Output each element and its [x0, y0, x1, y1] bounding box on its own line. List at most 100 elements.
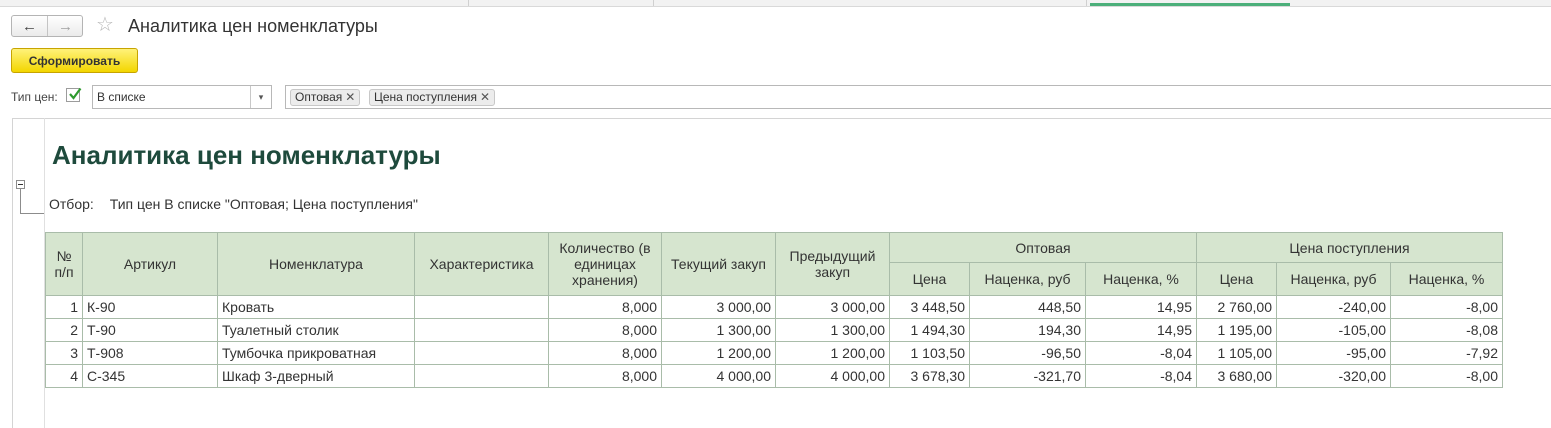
cell-characteristic — [414, 341, 549, 365]
window-title: Аналитика цен номенклатуры — [128, 16, 378, 36]
remove-tag-icon[interactable]: ✕ — [480, 90, 490, 104]
cell-article: К-90 — [82, 295, 218, 319]
report-border — [12, 118, 13, 428]
condition-select[interactable]: В списке ▾ — [92, 85, 272, 109]
cell-previous-purchase: 4 000,00 — [775, 364, 890, 388]
header-characteristic: Характеристика — [414, 232, 549, 296]
cell-characteristic — [414, 318, 549, 342]
cell-previous-purchase: 3 000,00 — [775, 295, 890, 319]
filter-text: Тип цен В списке "Оптовая; Цена поступле… — [109, 196, 418, 212]
cell-receipt-price: 1 105,00 — [1196, 341, 1277, 365]
group-bracket — [20, 189, 21, 213]
cell-wholesale-price: 3 448,50 — [889, 295, 970, 319]
tag-label: Оптовая — [295, 90, 343, 104]
cell-article: С-345 — [82, 364, 218, 388]
tab[interactable] — [653, 0, 1087, 6]
cell-characteristic — [414, 295, 549, 319]
header-markup-pct: Наценка, % — [1390, 262, 1503, 296]
cell-num: 2 — [45, 318, 83, 342]
forward-icon[interactable]: → — [48, 16, 83, 36]
header-markup-pct: Наценка, % — [1085, 262, 1197, 296]
cell-item: Туалетный столик — [217, 318, 415, 342]
report-table: № п/п Артикул Номенклатура Характеристик… — [45, 232, 1503, 388]
cell-item: Кровать — [217, 295, 415, 319]
header-group-wholesale: Оптовая — [889, 232, 1197, 263]
report-border — [12, 118, 1551, 119]
cell-num: 1 — [45, 295, 83, 319]
cell-wholesale-markup-rub: 448,50 — [969, 295, 1086, 319]
tab[interactable] — [0, 0, 469, 6]
header-markup-rub: Наценка, руб — [1276, 262, 1391, 296]
cell-item: Тумбочка прикроватная — [217, 341, 415, 365]
price-type-checkbox[interactable] — [66, 87, 82, 102]
cell-wholesale-markup-pct: 14,95 — [1085, 318, 1197, 342]
cell-quantity: 8,000 — [548, 318, 662, 342]
cell-current-purchase: 1 300,00 — [661, 318, 776, 342]
cell-characteristic — [414, 364, 549, 388]
header-quantity: Количество (в единицах хранения) — [548, 232, 662, 296]
header-current-purchase: Текущий закуп — [661, 232, 776, 296]
table-row[interactable]: 4 С-345 Шкаф 3-дверный 8,000 4 000,00 4 … — [45, 364, 1503, 388]
tag-label: Цена поступления — [374, 90, 477, 104]
report-title: Аналитика цен номенклатуры — [52, 140, 441, 170]
cell-receipt-price: 2 760,00 — [1196, 295, 1277, 319]
cell-wholesale-price: 1 494,30 — [889, 318, 970, 342]
header-price: Цена — [1196, 262, 1277, 296]
cell-receipt-markup-rub: -320,00 — [1276, 364, 1391, 388]
navigation-buttons: ← → — [11, 15, 83, 37]
cell-receipt-markup-pct: -8,00 — [1390, 364, 1503, 388]
collapse-group-icon[interactable] — [16, 180, 25, 189]
cell-article: Т-90 — [82, 318, 218, 342]
table-row[interactable]: 3 Т-908 Тумбочка прикроватная 8,000 1 20… — [45, 341, 1503, 365]
cell-current-purchase: 1 200,00 — [661, 341, 776, 365]
cell-num: 4 — [45, 364, 83, 388]
cell-quantity: 8,000 — [548, 295, 662, 319]
cell-wholesale-markup-rub: -96,50 — [969, 341, 1086, 365]
tab[interactable] — [468, 0, 654, 6]
cell-wholesale-markup-rub: -321,70 — [969, 364, 1086, 388]
cell-wholesale-markup-pct: -8,04 — [1085, 341, 1197, 365]
tag-wholesale[interactable]: Оптовая ✕ — [290, 89, 361, 106]
cell-article: Т-908 — [82, 341, 218, 365]
tab-active-indicator — [1090, 3, 1290, 6]
header-previous-purchase: Предыдущий закуп — [775, 232, 890, 296]
cell-receipt-price: 1 195,00 — [1196, 318, 1277, 342]
header-num: № п/п — [45, 232, 83, 296]
cell-receipt-markup-pct: -7,92 — [1390, 341, 1503, 365]
cell-wholesale-markup-pct: 14,95 — [1085, 295, 1197, 319]
favorite-star-icon[interactable]: ☆ — [96, 14, 114, 36]
generate-button[interactable]: Сформировать — [11, 48, 138, 73]
cell-receipt-markup-pct: -8,08 — [1390, 318, 1503, 342]
filter-label: Отбор: — [49, 196, 94, 212]
open-tabs-strip — [0, 0, 1551, 7]
cell-num: 3 — [45, 341, 83, 365]
cell-receipt-markup-pct: -8,00 — [1390, 295, 1503, 319]
cell-wholesale-price: 1 103,50 — [889, 341, 970, 365]
table-row[interactable]: 1 К-90 Кровать 8,000 3 000,00 3 000,00 3… — [45, 295, 1503, 319]
back-icon[interactable]: ← — [12, 16, 48, 36]
cell-item: Шкаф 3-дверный — [217, 364, 415, 388]
header-price: Цена — [889, 262, 970, 296]
cell-quantity: 8,000 — [548, 364, 662, 388]
cell-previous-purchase: 1 300,00 — [775, 318, 890, 342]
checkmark-icon — [69, 87, 82, 100]
cell-receipt-markup-rub: -95,00 — [1276, 341, 1391, 365]
cell-current-purchase: 4 000,00 — [661, 364, 776, 388]
cell-wholesale-markup-rub: 194,30 — [969, 318, 1086, 342]
dropdown-arrow-icon[interactable]: ▾ — [250, 86, 271, 108]
header-markup-rub: Наценка, руб — [969, 262, 1086, 296]
header-group-receipt-price: Цена поступления — [1196, 232, 1503, 263]
group-bracket — [20, 213, 44, 214]
cell-wholesale-markup-pct: -8,04 — [1085, 364, 1197, 388]
tag-receipt-price[interactable]: Цена поступления ✕ — [369, 89, 496, 106]
price-types-field[interactable]: Оптовая ✕ Цена поступления ✕ — [285, 85, 1551, 109]
remove-tag-icon[interactable]: ✕ — [345, 90, 355, 104]
table-row[interactable]: 2 Т-90 Туалетный столик 8,000 1 300,00 1… — [45, 318, 1503, 342]
header-article: Артикул — [82, 232, 218, 296]
cell-wholesale-price: 3 678,30 — [889, 364, 970, 388]
cell-current-purchase: 3 000,00 — [661, 295, 776, 319]
cell-receipt-markup-rub: -105,00 — [1276, 318, 1391, 342]
cell-quantity: 8,000 — [548, 341, 662, 365]
header-item: Номенклатура — [217, 232, 415, 296]
cell-receipt-price: 3 680,00 — [1196, 364, 1277, 388]
